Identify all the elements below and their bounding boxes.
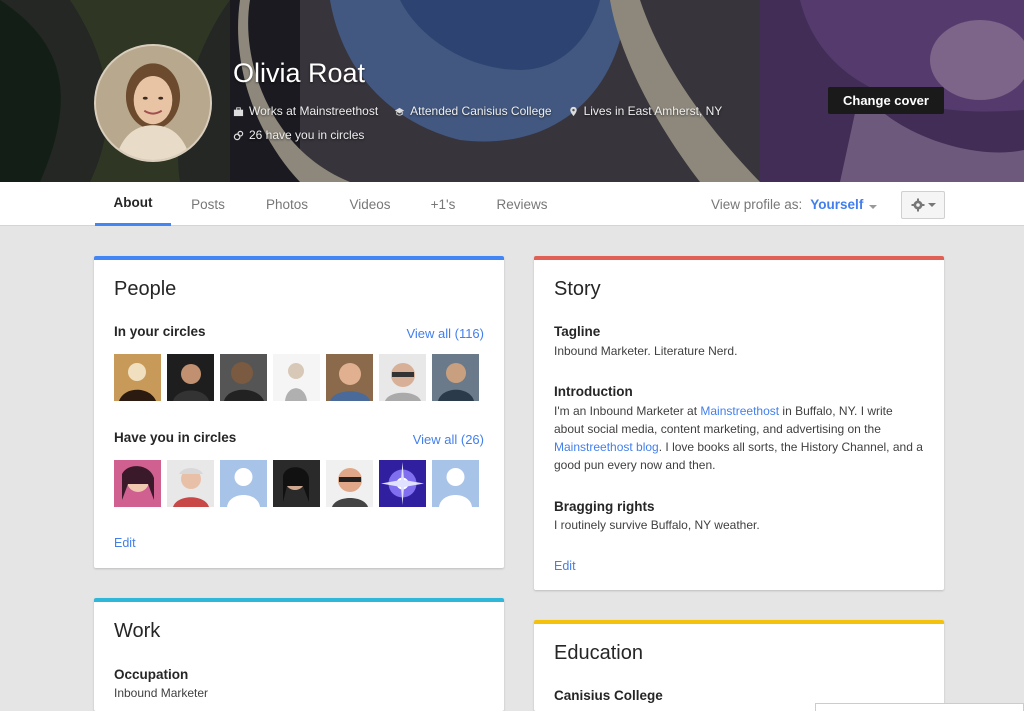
- school-name: Canisius College: [554, 688, 663, 703]
- circle-avatar[interactable]: [273, 460, 320, 507]
- circle-avatar[interactable]: [273, 354, 320, 401]
- circle-avatar[interactable]: [114, 460, 161, 507]
- tab-videos[interactable]: Videos: [339, 182, 401, 226]
- occupation-label: Occupation: [114, 667, 189, 682]
- education-card: Education Canisius College: [534, 620, 944, 711]
- education-card-accent: [534, 620, 944, 624]
- tagline-label: Tagline: [554, 324, 601, 339]
- story-title: Story: [554, 278, 601, 300]
- view-as-dropdown[interactable]: Yourself: [810, 196, 878, 212]
- education-title: Education: [554, 642, 643, 664]
- people-title: People: [114, 278, 177, 300]
- works-at-text: Works at Mainstreethost: [249, 104, 379, 118]
- attended-text: Attended Canisius College: [410, 104, 552, 118]
- have-you-view-all-link[interactable]: View all (26): [413, 432, 484, 447]
- circles-count-text: 26 have you in circles: [249, 128, 365, 142]
- intro-text: I'm an Inbound Marketer at: [554, 404, 701, 418]
- circle-avatar[interactable]: [432, 354, 479, 401]
- story-edit-link[interactable]: Edit: [554, 559, 576, 573]
- profile-name: Olivia Roat: [233, 58, 366, 88]
- mainstreethost-blog-link[interactable]: Mainstreethost blog: [554, 440, 659, 454]
- circle-avatar[interactable]: [167, 460, 214, 507]
- chevron-down-icon: [869, 204, 878, 209]
- default-avatar[interactable]: [432, 460, 479, 507]
- works-at-fact[interactable]: Works at Mainstreethost: [233, 104, 378, 118]
- profile-tab-bar: About Posts Photos Videos +1's Reviews V…: [0, 182, 1024, 226]
- story-card: Story Tagline Inbound Marketer. Literatu…: [534, 256, 944, 590]
- in-circles-heading: In your circles: [114, 324, 206, 339]
- work-card-accent: [94, 598, 504, 602]
- tagline-value: Inbound Marketer. Literature Nerd.: [554, 344, 738, 358]
- in-circles-avatars: [114, 354, 479, 401]
- circle-avatar[interactable]: [326, 460, 373, 507]
- tab-reviews[interactable]: Reviews: [485, 182, 559, 226]
- circles-count[interactable]: 26 have you in circles: [233, 128, 364, 142]
- circle-avatar[interactable]: [167, 354, 214, 401]
- occupation-value: Inbound Marketer: [114, 686, 209, 700]
- location-pin-icon: [569, 106, 577, 116]
- view-as-value: Yourself: [810, 196, 864, 212]
- story-card-accent: [534, 256, 944, 260]
- graduation-cap-icon: [395, 107, 405, 116]
- work-card: Work Occupation Inbound Marketer: [94, 598, 504, 711]
- introduction-value: I'm an Inbound Marketer at Mainstreethos…: [554, 402, 924, 474]
- briefcase-icon: [233, 106, 244, 116]
- work-title: Work: [114, 620, 161, 642]
- circle-avatar[interactable]: [114, 354, 161, 401]
- profile-avatar[interactable]: [94, 44, 212, 162]
- tab-photos[interactable]: Photos: [254, 182, 320, 226]
- view-profile-as: View profile as: Yourself: [711, 182, 878, 226]
- gear-icon: [911, 198, 924, 212]
- settings-button[interactable]: [901, 191, 945, 219]
- tab-plus-ones[interactable]: +1's: [420, 182, 466, 226]
- have-you-avatars: [114, 460, 479, 507]
- profile-photo: [96, 46, 210, 160]
- change-cover-button[interactable]: Change cover: [828, 87, 944, 114]
- lives-in-text: Lives in East Amherst, NY: [583, 104, 723, 118]
- introduction-label: Introduction: [554, 384, 633, 399]
- circles-icon: [233, 130, 244, 140]
- view-as-label: View profile as:: [711, 196, 803, 212]
- circle-avatar[interactable]: [379, 354, 426, 401]
- people-card: People In your circles View all (116) Ha…: [94, 256, 504, 568]
- chat-panel-edge[interactable]: [815, 703, 1024, 711]
- bragging-rights-value: I routinely survive Buffalo, NY weather.: [554, 518, 760, 532]
- profile-facts: Works at Mainstreethost Attended Canisiu…: [233, 104, 722, 118]
- mainstreethost-link[interactable]: Mainstreethost: [700, 404, 779, 418]
- circle-avatar[interactable]: [379, 460, 426, 507]
- lives-in-fact[interactable]: Lives in East Amherst, NY: [568, 104, 723, 118]
- tab-about[interactable]: About: [95, 182, 171, 226]
- bragging-rights-label: Bragging rights: [554, 499, 655, 514]
- default-avatar[interactable]: [220, 460, 267, 507]
- circle-avatar[interactable]: [220, 354, 267, 401]
- tab-posts[interactable]: Posts: [180, 182, 236, 226]
- have-you-heading: Have you in circles: [114, 430, 237, 445]
- people-edit-link[interactable]: Edit: [114, 536, 136, 550]
- chevron-down-icon: [927, 203, 936, 207]
- cover-photo: Olivia Roat Works at Mainstreethost Atte…: [0, 0, 1024, 182]
- attended-fact[interactable]: Attended Canisius College: [394, 104, 552, 118]
- circle-avatar[interactable]: [326, 354, 373, 401]
- people-card-accent: [94, 256, 504, 260]
- in-circles-view-all-link[interactable]: View all (116): [406, 326, 484, 341]
